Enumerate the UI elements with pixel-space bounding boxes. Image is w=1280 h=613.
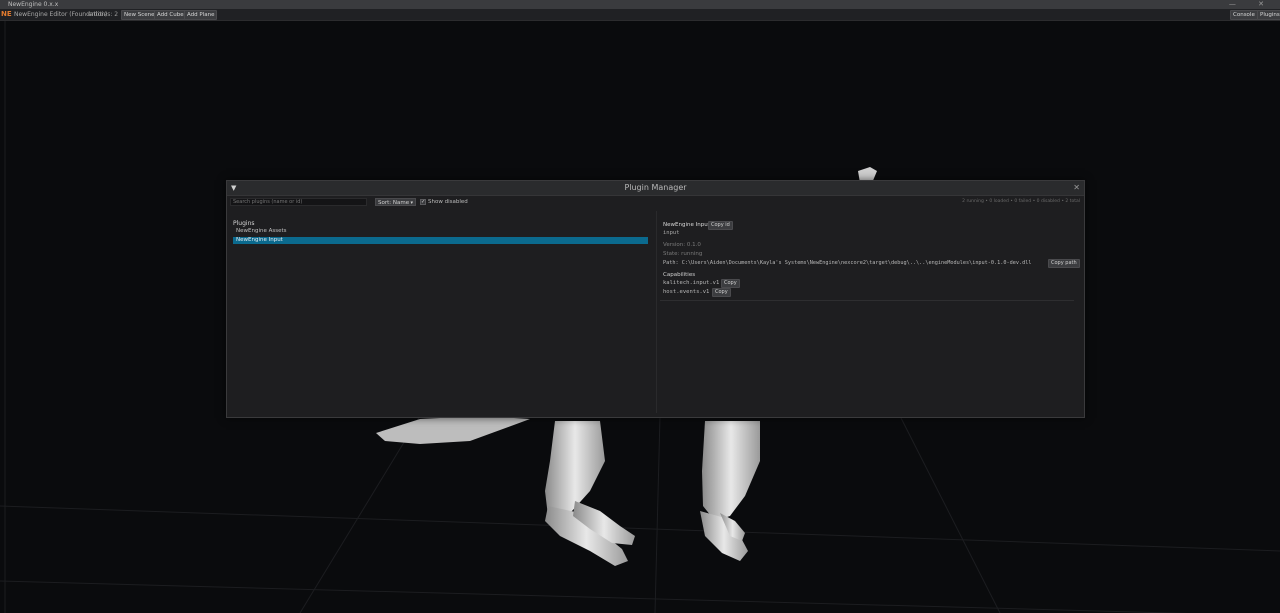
plugin-id: input — [663, 230, 680, 236]
close-icon[interactable]: ✕ — [1073, 181, 1080, 195]
copy-path-button[interactable]: Copy path — [1048, 259, 1080, 268]
plugin-manager-window: ▼ Plugin Manager ✕ Sort: Name ▾ ✓ Show d… — [226, 180, 1085, 418]
show-disabled-checkbox[interactable]: ✓ — [420, 199, 426, 205]
show-disabled-label[interactable]: Show disabled — [428, 198, 468, 206]
details-divider — [660, 300, 1074, 301]
plugins-button[interactable]: Plugins — [1257, 10, 1280, 20]
plugin-manager-header[interactable]: ▼ Plugin Manager ✕ — [227, 181, 1084, 196]
add-plane-button[interactable]: Add Plane — [184, 10, 218, 20]
plugin-list-item[interactable]: NewEngine Assets — [233, 228, 648, 235]
menubar: NE NewEngine Editor (Foundation) entitie… — [0, 9, 1280, 21]
engine-logo-icon: NE — [1, 10, 12, 18]
plugins-section-header: Plugins — [233, 220, 255, 227]
capability-name: host.events.v1 — [663, 289, 710, 295]
plugin-status-summary: 2 running • 0 loaded • 0 failed • 0 disa… — [962, 199, 1080, 204]
plugin-details-pane: NewEngine Input Copy id input Version: 0… — [656, 211, 1081, 413]
plugin-search-input[interactable] — [230, 198, 367, 206]
window-controls[interactable]: — ✕ — [1229, 0, 1274, 9]
plugin-state: State: running — [663, 251, 703, 257]
plugin-version: Version: 0.1.0 — [663, 242, 701, 248]
copy-id-button[interactable]: Copy id — [708, 221, 733, 230]
capability-name: kalitech.input.v1 — [663, 280, 720, 286]
copy-capability-button[interactable]: Copy — [721, 279, 740, 288]
plugin-list-pane: Plugins NewEngine Assets NewEngine Input — [230, 211, 653, 413]
window-titlebar: NewEngine 0.x.x — ✕ — [0, 0, 1280, 9]
plugin-name: NewEngine Input — [663, 222, 710, 228]
copy-capability-button[interactable]: Copy — [712, 288, 731, 297]
plugin-manager-title: Plugin Manager — [624, 183, 687, 192]
sort-select[interactable]: Sort: Name ▾ — [375, 198, 416, 206]
plugin-toolbar: Sort: Name ▾ ✓ Show disabled 2 running •… — [227, 196, 1084, 208]
plugin-path: Path: C:\Users\Aiden\Documents\Kayla's S… — [663, 260, 1032, 266]
console-button[interactable]: Console — [1230, 10, 1258, 20]
chevron-down-icon: ▾ — [410, 200, 413, 206]
capabilities-header: Capabilities — [663, 272, 696, 278]
window-title: NewEngine 0.x.x — [8, 1, 59, 8]
sort-value: Sort: Name — [378, 200, 410, 206]
add-cube-button[interactable]: Add Cube — [154, 10, 187, 20]
entity-count: entities: 2 — [88, 11, 119, 18]
plugin-list-item-selected[interactable]: NewEngine Input — [233, 237, 648, 244]
new-scene-button[interactable]: New Scene — [121, 10, 158, 20]
